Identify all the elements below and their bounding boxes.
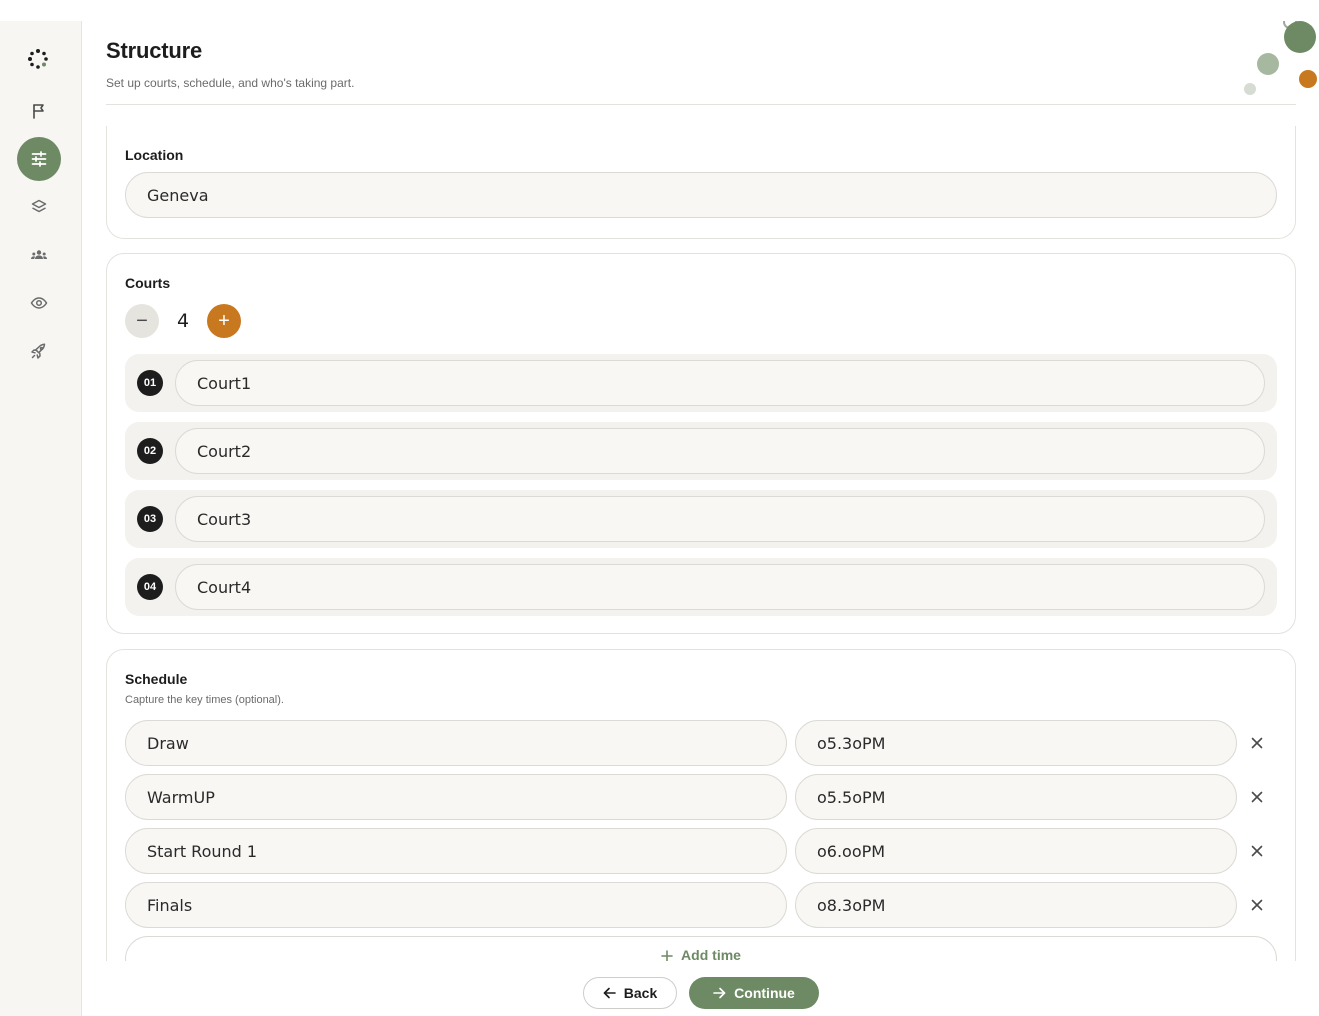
schedule-time-input[interactable]: o6.ooPM [795, 828, 1237, 874]
logo-icon [27, 48, 49, 70]
schedule-time-input[interactable]: o8.3oPM [795, 882, 1237, 928]
schedule-row: Finals o8.3oPM [125, 882, 1277, 928]
court-name-input[interactable]: Court4 [175, 564, 1265, 610]
page-subtitle: Set up courts, schedule, and who's takin… [106, 76, 355, 90]
sidebar [0, 21, 82, 1016]
schedule-row: WarmUP o5.5oPM [125, 774, 1277, 820]
close-icon [1251, 899, 1263, 911]
court-name-input[interactable]: Court2 [175, 428, 1265, 474]
remove-time-button[interactable] [1247, 787, 1267, 807]
schedule-label: Schedule [125, 671, 188, 687]
court-name-input[interactable]: Court1 [175, 360, 1265, 406]
sidebar-item-structure[interactable] [17, 137, 61, 181]
court-number-badge: 02 [137, 438, 163, 464]
close-icon [1251, 791, 1263, 803]
close-icon [1251, 737, 1263, 749]
schedule-event-input[interactable]: Start Round 1 [125, 828, 787, 874]
location-label: Location [125, 147, 184, 163]
court-row: 01 Court1 [125, 354, 1277, 412]
schedule-event-input[interactable]: WarmUP [125, 774, 787, 820]
schedule-row: Draw o5.3oPM [125, 720, 1277, 766]
back-button-label: Back [623, 985, 658, 1001]
continue-button-label: Continue [734, 985, 795, 1001]
court-row: 04 Court4 [125, 558, 1277, 616]
minus-icon: − [136, 309, 148, 332]
sidebar-item-details[interactable] [17, 89, 61, 133]
window-top-strip [0, 0, 1319, 21]
page-header: Structure Set up courts, schedule, and w… [106, 21, 1296, 105]
sidebar-item-players[interactable] [17, 233, 61, 277]
footer-actions: Back Continue [82, 961, 1319, 1016]
arrow-right-icon [713, 987, 726, 999]
schedule-card: Schedule Capture the key times (optional… [106, 649, 1296, 989]
courts-increment-button[interactable]: + [207, 304, 241, 338]
back-button[interactable]: Back [583, 977, 677, 1009]
schedule-event-input[interactable]: Draw [125, 720, 787, 766]
close-icon [1251, 845, 1263, 857]
users-icon [31, 250, 47, 259]
schedule-time-input[interactable]: o5.5oPM [795, 774, 1237, 820]
court-number-badge: 04 [137, 574, 163, 600]
sliders-icon [31, 151, 47, 167]
sidebar-item-launch[interactable] [17, 329, 61, 373]
courts-count: 4 [177, 310, 190, 332]
court-name-input[interactable]: Court3 [175, 496, 1265, 542]
sidebar-item-preview[interactable] [17, 281, 61, 325]
courts-card: Courts − 4 + 01 Court1 02 Court2 03 Cour… [106, 253, 1296, 634]
rocket-icon [31, 343, 46, 359]
remove-time-button[interactable] [1247, 895, 1267, 915]
remove-time-button[interactable] [1247, 841, 1267, 861]
decor-dot [1284, 21, 1316, 53]
eye-icon [30, 297, 48, 309]
schedule-event-input[interactable]: Finals [125, 882, 787, 928]
decor-dot [1244, 83, 1256, 95]
remove-time-button[interactable] [1247, 733, 1267, 753]
arrow-left-icon [603, 987, 616, 999]
schedule-time-input[interactable]: o5.3oPM [795, 720, 1237, 766]
location-card: Location Geneva [106, 126, 1296, 239]
flag-icon [33, 104, 44, 119]
sidebar-item-format[interactable] [17, 185, 61, 229]
court-number-badge: 01 [137, 370, 163, 396]
main-content: Structure Set up courts, schedule, and w… [82, 21, 1319, 1016]
continue-button[interactable]: Continue [689, 977, 819, 1009]
page-title: Structure [106, 38, 202, 63]
court-number-badge: 03 [137, 506, 163, 532]
schedule-hint: Capture the key times (optional). [125, 694, 284, 706]
decor-dot [1299, 70, 1317, 88]
court-row: 02 Court2 [125, 422, 1277, 480]
decor-dot [1257, 53, 1279, 75]
courts-decrement-button[interactable]: − [125, 304, 159, 338]
layers-icon [31, 199, 47, 213]
courts-label: Courts [125, 275, 171, 291]
location-input[interactable]: Geneva [125, 172, 1277, 218]
schedule-row: Start Round 1 o6.ooPM [125, 828, 1277, 874]
court-row: 03 Court3 [125, 490, 1277, 548]
plus-icon: + [218, 309, 230, 332]
